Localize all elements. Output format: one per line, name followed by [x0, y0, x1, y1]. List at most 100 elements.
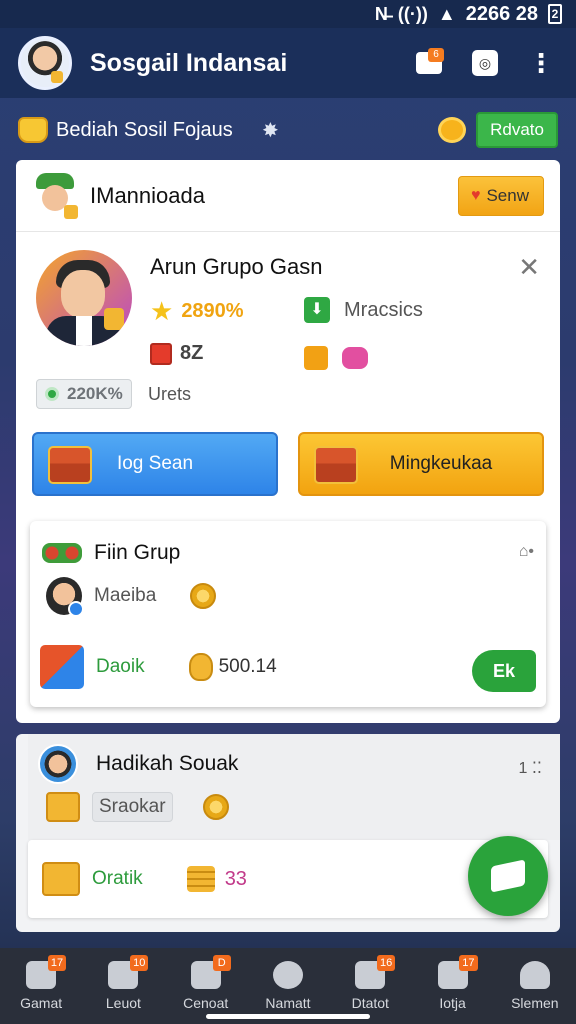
nav-label: Iotja	[439, 995, 466, 1011]
app-header: Sosgail Indansai 6 ◎ ⋮	[0, 28, 576, 98]
nfc-icon: N̶	[374, 3, 388, 24]
online-pill: 220K%	[36, 379, 132, 409]
coin-stack-icon	[186, 866, 215, 892]
gift-card-menu[interactable]: 1 ⁚⁚	[518, 758, 542, 778]
star-icon: ✸	[262, 120, 279, 142]
secondary-label: Urets	[148, 384, 192, 404]
nav-item-gamat[interactable]: 17 Gamat	[0, 948, 82, 1024]
nav-badge: 17	[47, 955, 67, 971]
document-icon: 16	[355, 955, 396, 989]
download-label: Mracsics	[344, 298, 423, 321]
member-label: Maeiba	[94, 585, 157, 606]
gift-icon	[150, 342, 172, 365]
treasure-chest-icon	[48, 446, 92, 484]
status-bar: N̶ ((·)) ▲ 2266 28 2	[0, 0, 576, 28]
log-scan-button[interactable]: Iog Sean	[32, 432, 278, 496]
coin-icon	[202, 794, 229, 820]
gift-stat: 8Z	[150, 342, 203, 365]
hat-avatar	[34, 172, 78, 219]
gift-box-icon	[491, 859, 525, 893]
inbox-badge: 6	[428, 48, 444, 62]
group-title: Fiin Grup	[94, 541, 181, 564]
item-amount: 500.14	[218, 656, 277, 677]
crown-icon	[18, 117, 48, 143]
shop-button[interactable]: ◎	[468, 46, 502, 80]
download-stat[interactable]: ⬇ Mracsics	[304, 297, 423, 323]
mingkeukaa-button[interactable]: Mingkeukaa	[298, 432, 544, 496]
more-button[interactable]: ⋮	[524, 46, 558, 80]
gift-amount: 33	[224, 867, 247, 890]
tag-pill: Sraokar	[92, 792, 173, 822]
gift-fab-button[interactable]	[468, 836, 548, 916]
home-icon[interactable]: ⌂•	[519, 543, 534, 561]
shield-icon	[272, 961, 303, 989]
chat-bubble-icon[interactable]	[438, 117, 467, 143]
gift-header: Hadikah Souak	[38, 744, 238, 784]
action-row: Iog Sean Mingkeukaa	[32, 432, 544, 496]
profile-block: Arun Grupo Gasn ✕ ★ 2890% ⬇ Mracsics 8Z …	[16, 232, 560, 497]
nav-item-iotja[interactable]: 17 Iotja	[411, 948, 493, 1024]
more-vertical-icon: ⋮	[528, 48, 554, 78]
group-action-button[interactable]: Ek	[472, 650, 536, 692]
sub-header-title: Bediah Sosil Fojaus	[56, 118, 233, 141]
status-time: 2266 28	[465, 2, 538, 25]
nav-label: Slemen	[511, 995, 559, 1011]
nav-badge: 10	[130, 955, 149, 971]
gift-tag-row: Sraokar	[46, 792, 229, 822]
flower-icon	[342, 347, 368, 369]
nav-label: Gamat	[20, 995, 63, 1011]
gift-card-count: 1	[518, 760, 528, 777]
online-dot-icon	[45, 387, 59, 401]
battery-icon: 2	[548, 4, 562, 24]
signal-icon: ▲	[437, 3, 456, 24]
group-member-row: Maeiba	[46, 577, 217, 617]
group-header: Fiin Grup	[42, 541, 180, 565]
home-indicator[interactable]	[206, 1014, 370, 1019]
wifi-icon: ((·))	[397, 3, 428, 24]
bag-icon: ◎	[472, 50, 498, 76]
nav-item-slemen[interactable]: Slemen	[494, 948, 576, 1024]
group-card[interactable]: Fiin Grup ⌂• Maeiba Daoik 500.14 Ek	[30, 521, 546, 707]
coin-bag-icon	[188, 653, 213, 681]
sub-header-button[interactable]: Rdvato	[476, 112, 558, 148]
card-name: IMannioada	[90, 182, 205, 208]
nav-badge: D	[212, 955, 231, 971]
gift-title: Hadikah Souak	[96, 752, 239, 775]
member-avatar	[46, 577, 84, 617]
online-value: 220K%	[67, 384, 123, 403]
gift-item-label: Oratik	[92, 868, 143, 889]
nav-label: Leuot	[105, 995, 141, 1011]
nav-label: Dtatot	[351, 995, 389, 1011]
gift-box-icon	[46, 792, 80, 822]
mingkeukaa-label: Mingkeukaa	[389, 453, 493, 474]
star-stat: ★ 2890%	[150, 296, 244, 327]
card-header: IMannioada ♥ Senw	[16, 160, 560, 232]
flowers-icon	[42, 543, 82, 563]
group-item-row: Daoik 500.14	[40, 645, 277, 689]
nav-badge: 16	[377, 955, 396, 971]
nav-item-cenoat[interactable]: D Cenoat	[165, 948, 247, 1024]
gift-value: 8Z	[180, 342, 204, 364]
user-avatar[interactable]	[36, 250, 132, 346]
inbox-button[interactable]: 6	[412, 46, 446, 80]
nav-badge: 17	[459, 955, 478, 971]
app-title: Sosgail Indansai	[90, 48, 288, 77]
gift-item-row: Oratik 33	[42, 862, 247, 896]
nav-item-dtatot[interactable]: 16 Dtatot	[329, 948, 411, 1024]
nav-label: Cenoat	[183, 995, 229, 1011]
star-icon: ★	[150, 296, 174, 326]
profile-name: Arun Grupo Gasn	[150, 254, 323, 279]
send-button-label: Senw	[486, 185, 529, 205]
home-icon: 17	[26, 955, 67, 989]
gift-box-icon	[42, 862, 80, 896]
close-icon[interactable]: ✕	[518, 254, 540, 280]
treasure-chest-icon	[314, 446, 358, 484]
send-button[interactable]: ♥ Senw	[457, 175, 544, 216]
sub-header: Bediah Sosil Fojaus Rdvato	[0, 104, 576, 156]
nav-item-leuot[interactable]: 10 Leuot	[82, 948, 164, 1024]
profile-avatar[interactable]	[18, 36, 72, 90]
star-value: 2890%	[181, 300, 244, 322]
nav-item-namatt[interactable]: Namatt	[247, 948, 329, 1024]
bottom-nav: 17 Gamat 10 Leuot D Cenoat Namatt 16 Dta…	[0, 948, 576, 1024]
log-scan-label: Iog Sean	[116, 453, 194, 474]
